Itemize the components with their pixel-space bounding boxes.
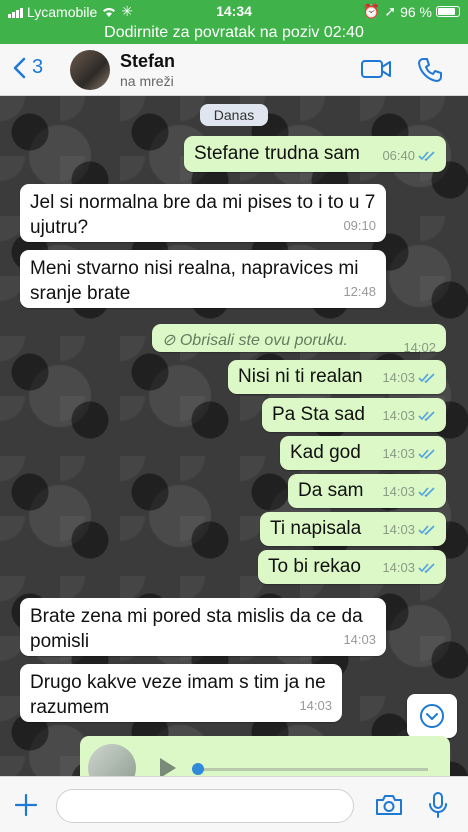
read-ticks-icon xyxy=(418,449,435,459)
blocked-icon: ⊘ xyxy=(162,332,180,349)
message-bubble-outgoing[interactable]: Nisi ni ti realan 14:03 xyxy=(228,360,446,394)
message-input[interactable] xyxy=(56,789,354,823)
message-meta: 06:40 xyxy=(382,143,436,168)
message-time: 09:10 xyxy=(343,218,376,233)
video-camera-icon[interactable] xyxy=(360,56,392,82)
message-meta: 14:03 xyxy=(382,479,436,504)
unread-count: 3 xyxy=(32,56,44,78)
message-text: Drugo kakve veze imam s tim ja ne razume… xyxy=(30,672,326,718)
read-ticks-icon xyxy=(418,525,435,535)
message-time: 14:03 xyxy=(382,560,415,575)
voice-progress-track[interactable] xyxy=(198,768,428,771)
battery-percent: 96 % xyxy=(400,3,432,20)
voice-message-bubble[interactable] xyxy=(80,736,450,776)
return-to-call-banner[interactable]: Dodirnite za povratak na poziv 02:40 xyxy=(0,22,468,44)
alarm-icon: ⏰ xyxy=(362,3,381,19)
voice-sender-avatar xyxy=(88,744,136,776)
message-meta: 14:03 xyxy=(382,517,436,542)
plus-icon[interactable] xyxy=(14,793,38,817)
read-ticks-icon xyxy=(418,563,435,573)
message-time: 06:40 xyxy=(382,148,415,163)
message-meta: 14:03 xyxy=(382,365,436,390)
deleted-message-text: ⊘ Obrisali ste ovu poruku. xyxy=(162,328,436,353)
phone-icon[interactable] xyxy=(416,56,444,84)
message-meta: 14:03 xyxy=(382,441,436,466)
compose-bar xyxy=(0,776,468,832)
message-bubble-outgoing[interactable]: Pa Sta sad 14:03 xyxy=(262,398,446,432)
back-button[interactable]: 3 xyxy=(12,56,43,79)
message-meta: 14:03 xyxy=(382,403,436,428)
message-time: 14:03 xyxy=(382,484,415,499)
message-meta: 14:02 xyxy=(403,335,436,360)
message-bubble-outgoing[interactable]: Stefane trudna sam 06:40 xyxy=(184,136,446,172)
deleted-message-label: Obrisali ste ovu poruku. xyxy=(179,332,348,349)
contact-avatar[interactable] xyxy=(70,50,110,90)
message-meta: 14:03 xyxy=(382,555,436,580)
read-ticks-icon xyxy=(418,411,435,421)
status-bar: Lycamobile ✳ 14:34 ⏰ ➚ 96 % xyxy=(0,0,468,22)
message-meta: 14:03 xyxy=(299,693,332,718)
read-ticks-icon xyxy=(418,373,435,383)
message-bubble-outgoing[interactable]: Da sam 14:03 xyxy=(288,474,446,508)
camera-icon[interactable] xyxy=(374,793,404,817)
message-text: Meni stvarno nisi realna, napravices mi … xyxy=(30,258,359,304)
message-time: 14:02 xyxy=(403,340,436,355)
microphone-icon[interactable] xyxy=(428,791,448,819)
message-bubble-incoming[interactable]: Drugo kakve veze imam s tim ja ne razume… xyxy=(20,664,342,722)
message-time: 12:48 xyxy=(343,284,376,299)
message-meta: 14:03 xyxy=(343,627,376,652)
message-bubble-incoming[interactable]: Meni stvarno nisi realna, napravices mi … xyxy=(20,250,386,308)
scroll-to-bottom-button[interactable] xyxy=(407,694,457,738)
chat-header: 3 Stefan na mreži xyxy=(0,44,468,96)
message-bubble-outgoing[interactable]: Kad god 14:03 xyxy=(280,436,446,470)
message-bubble-incoming[interactable]: Brate zena mi pored sta mislis da ce da … xyxy=(20,598,386,656)
play-icon[interactable] xyxy=(158,756,178,776)
status-right: ⏰ ➚ 96 % xyxy=(363,3,460,20)
message-bubble-deleted[interactable]: ⊘ Obrisali ste ovu poruku. 14:02 xyxy=(152,324,446,355)
battery-icon xyxy=(436,6,460,17)
contact-status: na mreži xyxy=(120,73,174,89)
message-text: Jel si normalna bre da mi pises to i to … xyxy=(30,192,376,238)
message-bubble-outgoing[interactable]: To bi rekao 14:03 xyxy=(258,550,446,584)
message-text: Brate zena mi pored sta mislis da ce da … xyxy=(30,606,363,652)
message-list[interactable]: Danas Stefane trudna sam 06:40 Jel si no… xyxy=(0,96,468,776)
message-time: 14:03 xyxy=(343,632,376,647)
chevron-down-circle-icon xyxy=(420,704,444,728)
date-divider: Danas xyxy=(200,104,268,126)
message-time: 14:03 xyxy=(382,370,415,385)
read-ticks-icon xyxy=(418,487,435,497)
message-bubble-incoming[interactable]: Jel si normalna bre da mi pises to i to … xyxy=(20,184,386,242)
voice-progress-handle[interactable] xyxy=(192,763,204,775)
message-bubble-outgoing[interactable]: Ti napisala 14:03 xyxy=(260,512,446,546)
message-time: 14:03 xyxy=(299,698,332,713)
message-time: 14:03 xyxy=(382,408,415,423)
contact-name[interactable]: Stefan xyxy=(120,51,175,72)
read-ticks-icon xyxy=(418,151,435,161)
chevron-left-icon xyxy=(13,57,26,78)
location-icon: ➚ xyxy=(384,3,397,19)
message-meta: 09:10 xyxy=(343,213,376,238)
message-meta: 12:48 xyxy=(343,279,376,304)
message-time: 14:03 xyxy=(382,446,415,461)
message-time: 14:03 xyxy=(382,522,415,537)
